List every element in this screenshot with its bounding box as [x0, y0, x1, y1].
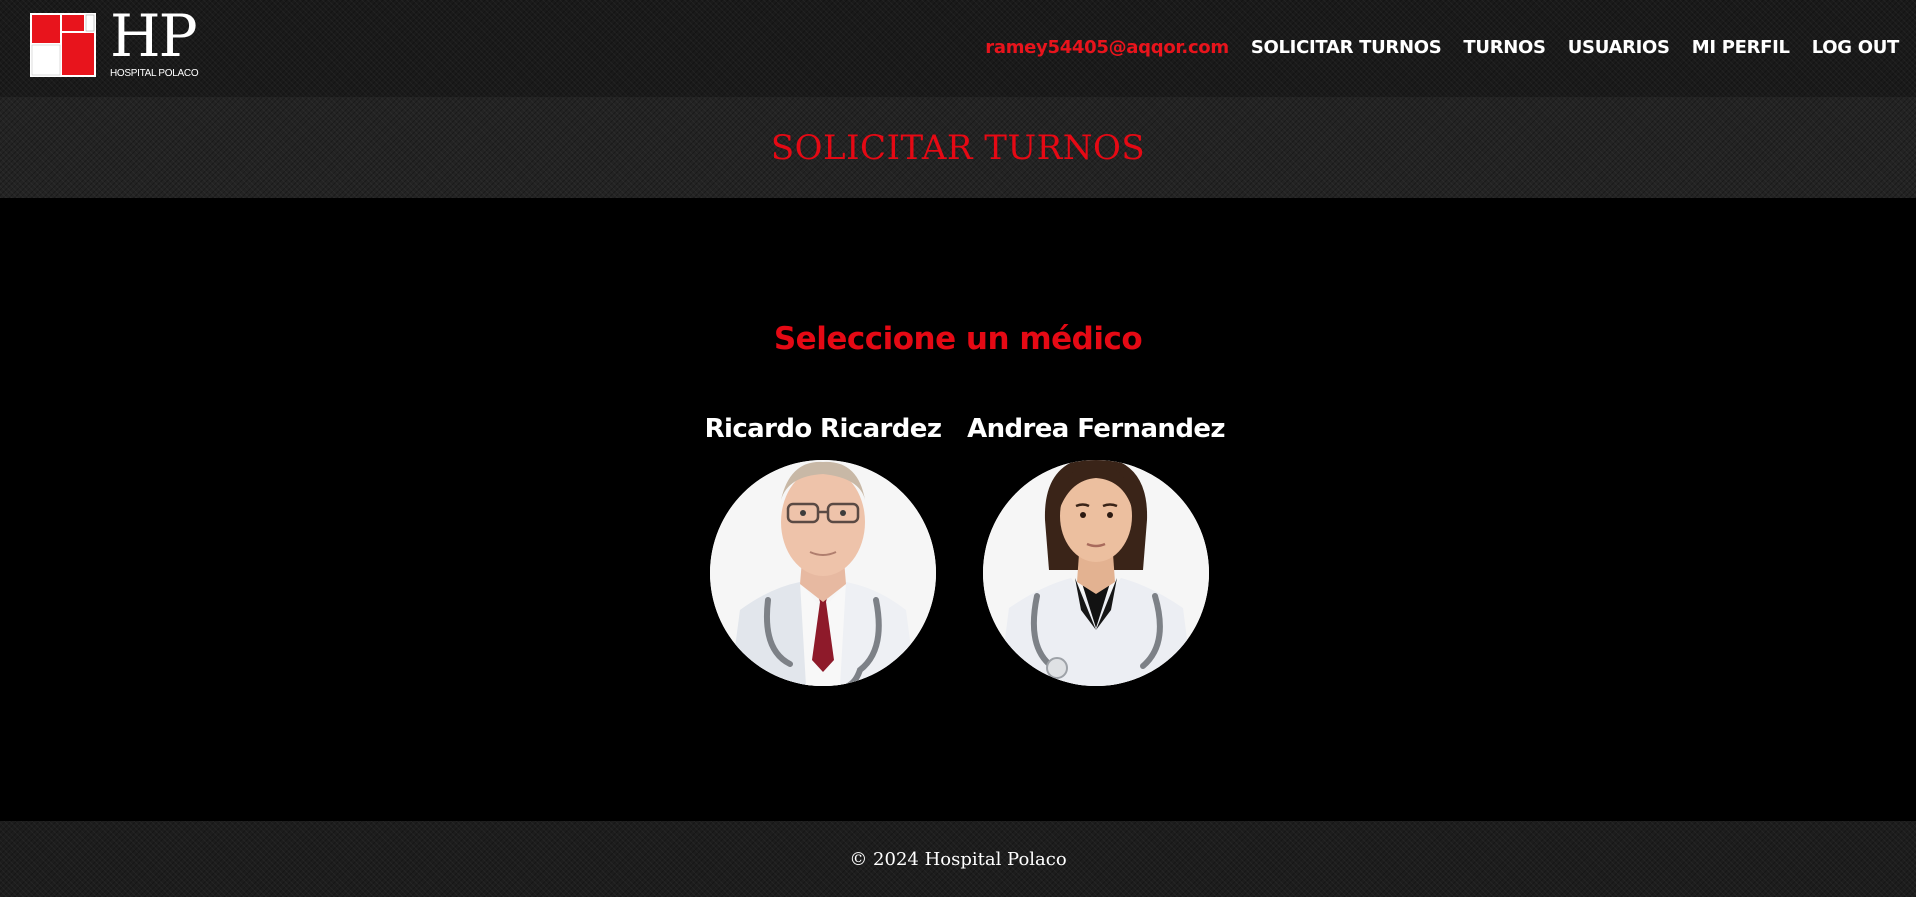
male-doctor-photo-icon	[710, 460, 936, 686]
logo-squares-icon	[30, 13, 96, 77]
female-doctor-photo[interactable]	[983, 460, 1209, 686]
doctor-card-andrea[interactable]: Andrea Fernandez	[966, 414, 1226, 686]
doctor-name: Andrea Fernandez	[967, 414, 1225, 444]
site-header: HP HOSPITAL POLACO ramey54405@aqqor.com …	[0, 0, 1916, 97]
page-banner: SOLICITAR TURNOS	[0, 97, 1916, 198]
nav-solicitar-turnos[interactable]: SOLICITAR TURNOS	[1251, 37, 1442, 58]
nav-logout[interactable]: LOG OUT	[1812, 37, 1900, 58]
female-doctor-photo-icon	[983, 460, 1209, 686]
doctor-card-ricardo[interactable]: Ricardo Ricardez	[693, 414, 953, 686]
footer-copyright: © 2024 Hospital Polaco	[849, 848, 1067, 870]
main-nav: ramey54405@aqqor.com SOLICITAR TURNOS TU…	[985, 34, 1899, 60]
logo-letters: HP	[110, 2, 198, 70]
male-doctor-photo[interactable]	[710, 460, 936, 686]
doctor-name: Ricardo Ricardez	[704, 414, 942, 444]
nav-usuarios[interactable]: USUARIOS	[1568, 37, 1670, 58]
main-content: Seleccione un médico Ricardo Ricardez An…	[0, 198, 1916, 821]
page-title: SOLICITAR TURNOS	[770, 127, 1146, 168]
site-footer: © 2024 Hospital Polaco	[0, 821, 1916, 897]
nav-mi-perfil[interactable]: MI PERFIL	[1692, 37, 1790, 58]
hospital-logo[interactable]: HP HOSPITAL POLACO	[30, 7, 200, 81]
nav-turnos[interactable]: TURNOS	[1463, 37, 1546, 58]
nav-user-email[interactable]: ramey54405@aqqor.com	[985, 37, 1229, 58]
select-doctor-heading: Seleccione un médico	[773, 321, 1143, 357]
logo-text: HOSPITAL POLACO	[110, 68, 199, 79]
